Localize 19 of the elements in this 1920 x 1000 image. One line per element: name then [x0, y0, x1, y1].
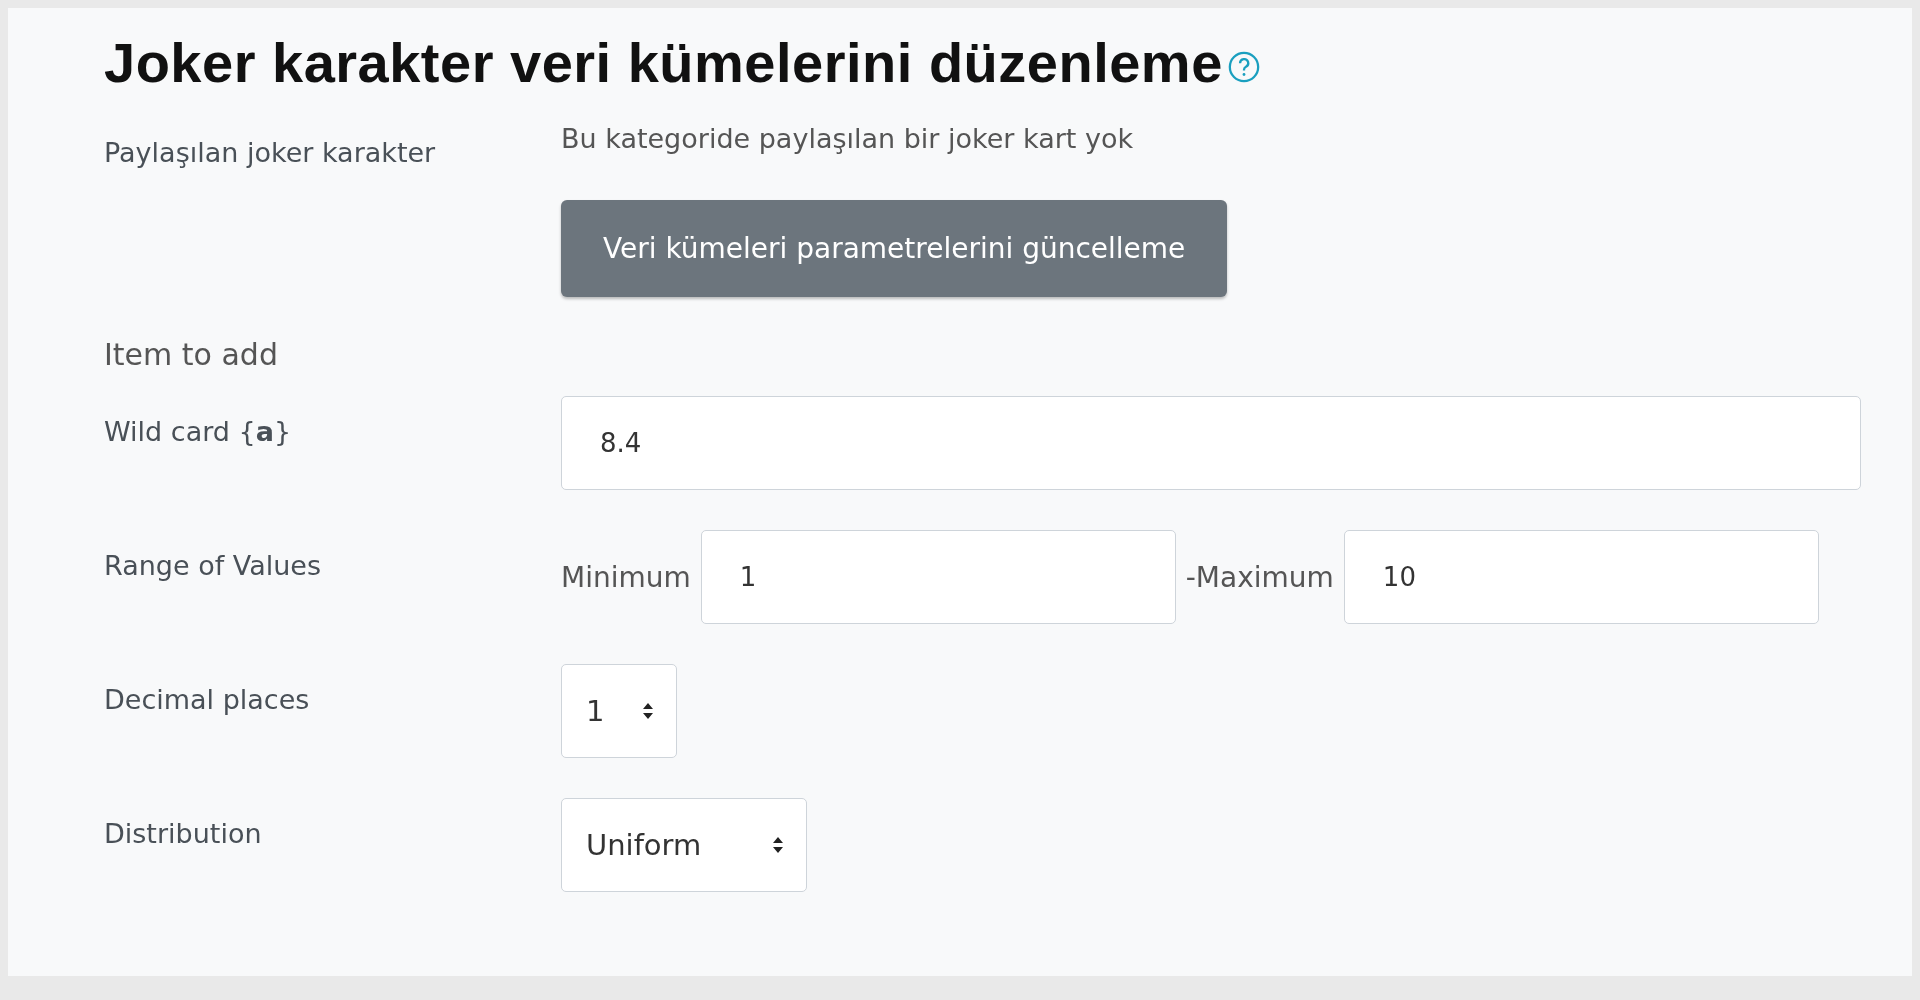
help-icon[interactable] — [1226, 49, 1261, 84]
field-label: Paylaşılan joker karakter — [104, 136, 437, 168]
sort-arrows-icon — [642, 702, 654, 720]
section-heading: Item to add — [104, 337, 279, 372]
input-field[interactable]: 8.4 — [561, 396, 1861, 490]
sort-arrows-icon — [772, 836, 784, 854]
field-label: Distribution — [104, 817, 263, 849]
input-field[interactable]: 10 — [1343, 530, 1819, 624]
field-label: Wild card {a} — [104, 415, 293, 447]
field-label: Range of Values — [104, 549, 322, 581]
field-label: Decimal places — [104, 683, 311, 715]
field-label: Minimum — [561, 560, 691, 594]
select-field[interactable]: 1 — [561, 664, 677, 758]
input-field[interactable]: 1 — [700, 530, 1176, 624]
field-label: -Maximum — [1185, 560, 1334, 594]
info-text: Bu kategoride paylaşılan bir joker kart yok — [561, 123, 1134, 154]
update-button[interactable]: Veri kümeleri parametrelerini güncelleme — [561, 200, 1228, 297]
select-field[interactable]: Uniform — [561, 798, 807, 892]
page-title: Joker karakter veri kümelerini düzenleme — [104, 30, 1223, 95]
